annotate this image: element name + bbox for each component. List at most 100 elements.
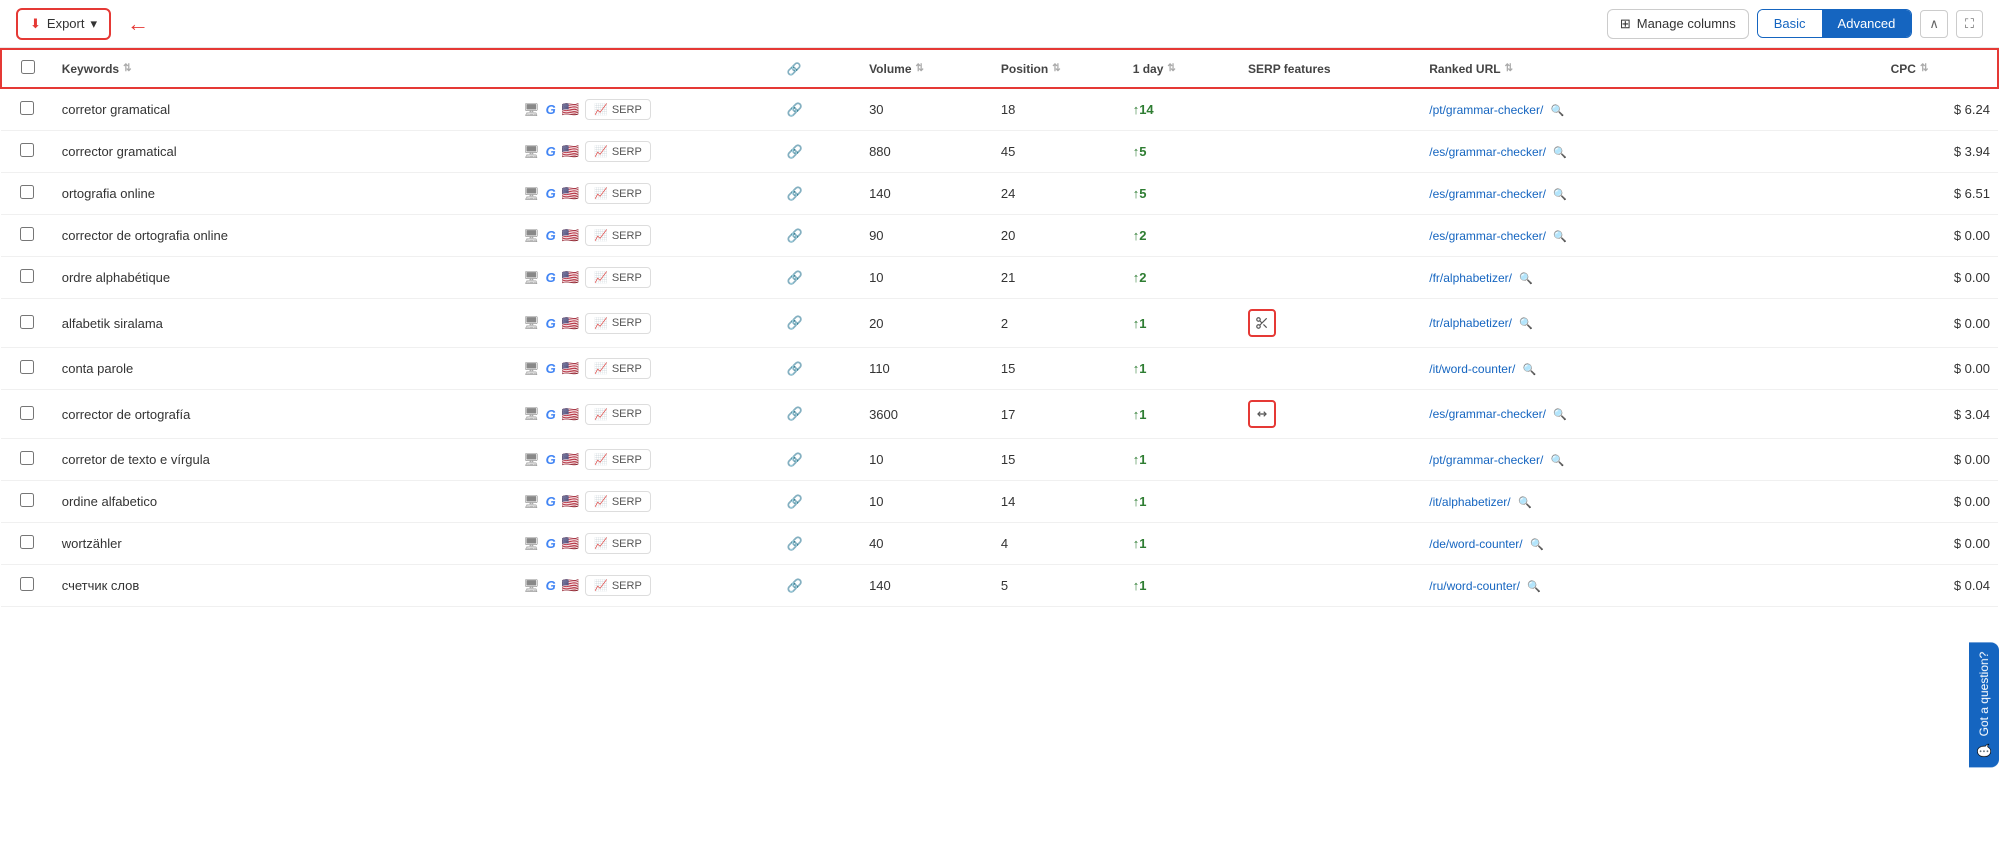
actions-cell: 🖥 G 🇺🇸 📈 SERP xyxy=(515,299,779,348)
row-checkbox[interactable] xyxy=(20,360,34,374)
position-cell: 15 xyxy=(993,348,1125,390)
flag-icon: 🇺🇸 xyxy=(562,535,579,552)
url-search-icon[interactable]: 🔍 xyxy=(1553,231,1567,243)
advanced-view-button[interactable]: Advanced xyxy=(1822,10,1912,37)
manage-columns-button[interactable]: ⊞ Manage columns xyxy=(1607,9,1749,39)
collapse-button[interactable]: ∧ xyxy=(1920,10,1948,38)
keyword-header[interactable]: Keywords ⇅ xyxy=(54,49,515,88)
url-search-icon[interactable]: 🔍 xyxy=(1551,105,1565,117)
flag-icon: 🇺🇸 xyxy=(562,185,579,202)
ranked-url-link[interactable]: /es/grammar-checker/ xyxy=(1429,145,1546,159)
ranked-url-link[interactable]: /pt/grammar-checker/ xyxy=(1429,453,1543,467)
ranked-url-link[interactable]: /ru/word-counter/ xyxy=(1429,579,1520,593)
chat-widget[interactable]: 💬 Got a question? xyxy=(1969,642,1999,767)
collapse-icon: ∧ xyxy=(1929,16,1939,31)
trend-icon: 📈 xyxy=(594,408,608,421)
ranked-url-header[interactable]: Ranked URL ⇅ xyxy=(1421,49,1882,88)
google-icon: G xyxy=(546,270,556,285)
ranked-url-link[interactable]: /es/grammar-checker/ xyxy=(1429,407,1546,421)
export-button[interactable]: ⬇ Export ▾ xyxy=(16,8,111,40)
download-icon: ⬇ xyxy=(30,16,41,32)
up-arrow-icon: ↑ xyxy=(1133,270,1140,285)
url-search-icon[interactable]: 🔍 xyxy=(1530,539,1544,551)
manage-columns-label: Manage columns xyxy=(1637,16,1736,31)
url-search-icon[interactable]: 🔍 xyxy=(1523,364,1537,376)
serp-button[interactable]: 📈 SERP xyxy=(585,575,651,596)
select-all-checkbox[interactable] xyxy=(21,60,35,74)
row-checkbox[interactable] xyxy=(20,101,34,115)
ranked-url-link[interactable]: /es/grammar-checker/ xyxy=(1429,187,1546,201)
ranked-url-link[interactable]: /tr/alphabetizer/ xyxy=(1429,316,1512,330)
serp-button[interactable]: 📈 SERP xyxy=(585,183,651,204)
row-checkbox[interactable] xyxy=(20,269,34,283)
ranked-url-link[interactable]: /fr/alphabetizer/ xyxy=(1429,271,1512,285)
keyword-sort-icon: ⇅ xyxy=(123,63,131,74)
dropdown-arrow-icon: ▾ xyxy=(90,16,97,32)
link-icon: 🔗 xyxy=(787,144,803,159)
row-checkbox[interactable] xyxy=(20,451,34,465)
up-arrow-icon: ↑ xyxy=(1133,361,1140,376)
url-search-icon[interactable]: 🔍 xyxy=(1553,189,1567,201)
url-search-icon[interactable]: 🔍 xyxy=(1519,273,1533,285)
monitor-icon: 🖥 xyxy=(523,406,540,422)
serp-button[interactable]: 📈 SERP xyxy=(585,404,651,425)
row-checkbox[interactable] xyxy=(20,185,34,199)
url-search-icon[interactable]: 🔍 xyxy=(1553,409,1567,421)
serp-button[interactable]: 📈 SERP xyxy=(585,313,651,334)
row-checkbox[interactable] xyxy=(20,143,34,157)
row-checkbox[interactable] xyxy=(20,535,34,549)
expand-button[interactable]: ⛶ xyxy=(1956,10,1983,38)
ranked-url-link[interactable]: /pt/grammar-checker/ xyxy=(1429,103,1543,117)
flag-icon: 🇺🇸 xyxy=(562,406,579,423)
oneday-cell: ↑2 xyxy=(1125,257,1240,299)
serp-scissors-icon[interactable] xyxy=(1248,309,1276,337)
url-search-icon[interactable]: 🔍 xyxy=(1527,581,1541,593)
url-search-icon[interactable]: 🔍 xyxy=(1551,455,1565,467)
serp-button[interactable]: 📈 SERP xyxy=(585,99,651,120)
select-all-header[interactable] xyxy=(1,49,54,88)
ranked-url-link[interactable]: /de/word-counter/ xyxy=(1429,537,1522,551)
row-checkbox[interactable] xyxy=(20,577,34,591)
change-value: ↑2 xyxy=(1133,270,1147,285)
row-checkbox[interactable] xyxy=(20,406,34,420)
serp-button[interactable]: 📈 SERP xyxy=(585,491,651,512)
url-search-icon[interactable]: 🔍 xyxy=(1519,318,1533,330)
ranked-url-link[interactable]: /it/word-counter/ xyxy=(1429,362,1515,376)
oneday-cell: ↑1 xyxy=(1125,523,1240,565)
monitor-icon: 🖥 xyxy=(523,186,540,202)
row-checkbox[interactable] xyxy=(20,493,34,507)
serp-button[interactable]: 📈 SERP xyxy=(585,533,651,554)
ranked-url-cell: /pt/grammar-checker/ 🔍 xyxy=(1421,88,1882,131)
cpc-header[interactable]: CPC ⇅ xyxy=(1883,49,1998,88)
volume-cell: 3600 xyxy=(861,390,993,439)
ranked-url-cell: /it/word-counter/ 🔍 xyxy=(1421,348,1882,390)
serp-features-cell xyxy=(1240,215,1421,257)
url-search-icon[interactable]: 🔍 xyxy=(1518,497,1532,509)
ranked-url-link[interactable]: /es/grammar-checker/ xyxy=(1429,229,1546,243)
serp-button[interactable]: 📈 SERP xyxy=(585,358,651,379)
position-header[interactable]: Position ⇅ xyxy=(993,49,1125,88)
table-row: corretor de texto e vírgula 🖥 G 🇺🇸 📈 SER… xyxy=(1,439,1998,481)
serp-button[interactable]: 📈 SERP xyxy=(585,449,651,470)
position-cell: 17 xyxy=(993,390,1125,439)
toolbar-right: ⊞ Manage columns Basic Advanced ∧ ⛶ xyxy=(1607,9,1983,39)
google-icon: G xyxy=(546,316,556,331)
google-icon: G xyxy=(546,186,556,201)
actions-cell: 🖥 G 🇺🇸 📈 SERP xyxy=(515,131,779,173)
oneday-header[interactable]: 1 day ⇅ xyxy=(1125,49,1240,88)
row-checkbox[interactable] xyxy=(20,315,34,329)
serp-button[interactable]: 📈 SERP xyxy=(585,225,651,246)
serp-button[interactable]: 📈 SERP xyxy=(585,267,651,288)
expand-icon: ⛶ xyxy=(1965,16,1974,31)
position-cell: 45 xyxy=(993,131,1125,173)
up-arrow-icon: ↑ xyxy=(1133,536,1140,551)
basic-view-button[interactable]: Basic xyxy=(1758,10,1822,37)
volume-header[interactable]: Volume ⇅ xyxy=(861,49,993,88)
serp-arrows-icon[interactable] xyxy=(1248,400,1276,428)
row-checkbox[interactable] xyxy=(20,227,34,241)
change-value: ↑2 xyxy=(1133,228,1147,243)
serp-button[interactable]: 📈 SERP xyxy=(585,141,651,162)
url-search-icon[interactable]: 🔍 xyxy=(1553,147,1567,159)
ranked-url-link[interactable]: /it/alphabetizer/ xyxy=(1429,495,1510,509)
table-row: ordre alphabétique 🖥 G 🇺🇸 📈 SERP 🔗 10 21… xyxy=(1,257,1998,299)
